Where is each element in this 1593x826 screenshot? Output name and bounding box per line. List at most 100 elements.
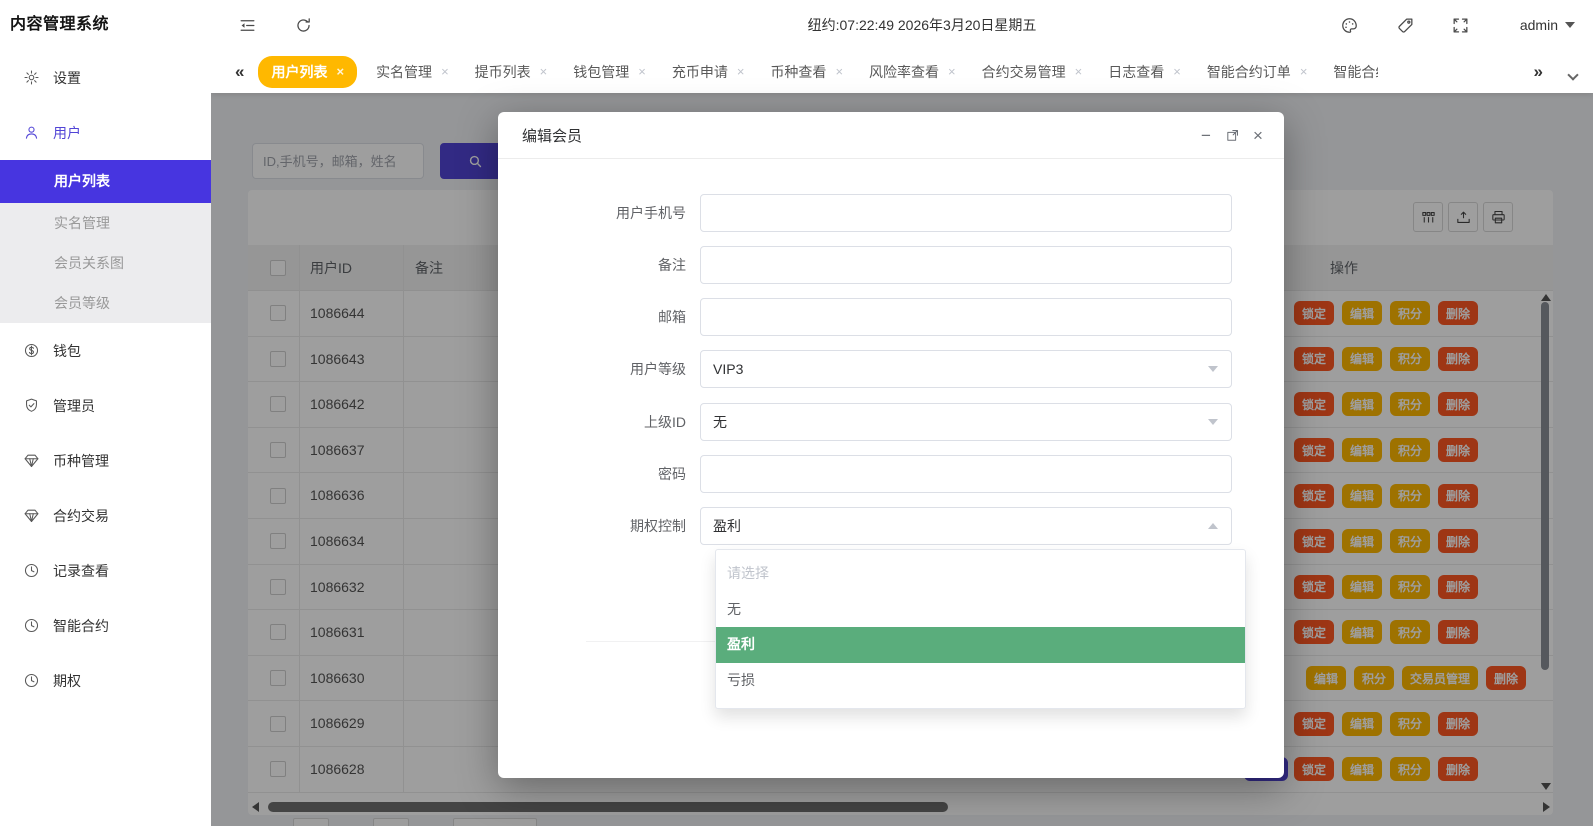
form-row: 用户手机号 (498, 194, 1284, 232)
tab-label: 日志查看 (1108, 63, 1165, 80)
tab-label: 智能合约订单 (1206, 63, 1291, 80)
close-icon[interactable]: × (1246, 112, 1270, 159)
sidebar-item[interactable]: 记录查看 (0, 543, 211, 598)
sidebar: 设置用户用户列表 实名管理 会员关系图 会员等级 钱包管理员币种管理合约交易记录查看智能… (0, 50, 211, 826)
sidebar-subitem[interactable]: 会员关系图 (0, 243, 211, 283)
clock-text: 纽约:07:22:49 2026年3月20日星期五 (807, 17, 1037, 33)
sidebar-menu: 设置用户用户列表 实名管理 会员关系图 会员等级 钱包管理员币种管理合约交易记录查看智能… (0, 50, 211, 708)
tab-close-icon[interactable]: × (336, 65, 344, 78)
tab-item[interactable]: 实名管理 × (363, 50, 462, 93)
sidebar-item[interactable]: 币种管理 (0, 433, 211, 488)
tab-close-icon[interactable]: × (638, 65, 646, 78)
tab-close-icon[interactable]: × (948, 65, 956, 78)
tab-label: 钱包管理 (573, 63, 630, 80)
tabs-scroll-left-icon[interactable]: « (235, 62, 244, 82)
sidebar-item[interactable]: 期权 (0, 653, 211, 708)
dialog-title: 编辑会员 (522, 127, 583, 145)
sidebar-item-label: 用户 (53, 124, 81, 141)
app: 内容管理系统 纽约:07:22:49 2026年3月20日星期五 admin «… (0, 0, 1593, 826)
dollar-circle-icon (22, 342, 40, 360)
tab-list: 用户列表 × 实名管理 × 提币列表 × 钱包管理 × 充币申请 × 币种查看 × 风险率查看 × 合约交易… (258, 50, 1378, 93)
caret-down-icon (1208, 366, 1218, 372)
clock-icon (22, 562, 40, 580)
tab-item[interactable]: 用户列表 × (258, 55, 358, 88)
gem-icon (22, 507, 40, 525)
tab-item[interactable]: 日志查看 × (1095, 50, 1194, 93)
dropdown-option[interactable]: 请选择 (716, 556, 1245, 592)
minimize-icon[interactable]: − (1194, 112, 1218, 159)
select-value: VIP3 (713, 361, 744, 377)
tab-close-icon[interactable]: × (835, 65, 843, 78)
sidebar-subitem[interactable]: 用户列表 (0, 160, 211, 203)
tab-label: 实名管理 (376, 63, 433, 80)
sidebar-item-label: 设置 (53, 69, 81, 86)
sidebar-item-label: 合约交易 (53, 507, 109, 524)
tab-item[interactable]: 合约交易管理 × (969, 50, 1096, 93)
field-select[interactable]: 无 (700, 403, 1232, 441)
tabs-scroll-right-icon[interactable]: » (1534, 62, 1543, 82)
field-label: 用户手机号 (616, 205, 686, 221)
gem-icon (22, 452, 40, 470)
collapse-sidebar-icon[interactable] (235, 13, 259, 37)
tab-close-icon[interactable]: × (441, 65, 449, 78)
fullscreen-icon[interactable] (1448, 13, 1472, 37)
field-input[interactable] (700, 194, 1232, 232)
sidebar-item-label: 管理员 (53, 397, 95, 414)
tab-item[interactable]: 智能合约订单 × (1194, 50, 1321, 93)
tab-item[interactable]: 提币列表 × (462, 50, 561, 93)
tab-close-icon[interactable]: × (540, 65, 548, 78)
dropdown-option[interactable]: 盈利 (716, 627, 1245, 663)
field-input[interactable] (700, 455, 1232, 493)
caret-up-icon (1208, 523, 1218, 529)
tab-close-icon[interactable]: × (1300, 65, 1308, 78)
sidebar-item[interactable]: 合约交易 (0, 488, 211, 543)
tab-item[interactable]: 币种查看 × (757, 50, 856, 93)
shield-check-icon (22, 397, 40, 415)
sidebar-item-label: 期权 (53, 672, 81, 689)
sidebar-item-label: 记录查看 (53, 562, 109, 579)
user-menu[interactable]: admin (1520, 0, 1575, 50)
caret-down-icon (1208, 419, 1218, 425)
form-row: 密码 (498, 455, 1284, 493)
sidebar-item[interactable]: 钱包 (0, 323, 211, 378)
sidebar-item[interactable]: 智能合约 (0, 598, 211, 653)
tab-close-icon[interactable]: × (1075, 65, 1083, 78)
gear-icon (22, 69, 40, 87)
tabs-more-icon[interactable] (1567, 66, 1579, 82)
user-icon (22, 124, 40, 142)
tab-close-icon[interactable]: × (1173, 65, 1181, 78)
tab-label: 币种查看 (770, 63, 827, 80)
sidebar-item-label: 币种管理 (53, 452, 109, 469)
sidebar-subitem[interactable]: 实名管理 (0, 203, 211, 243)
tag-icon[interactable] (1393, 13, 1417, 37)
tabbar: « 用户列表 × 实名管理 × 提币列表 × 钱包管理 × 充币申请 × 币种查看 × 风险率查看 × 合约… (211, 50, 1593, 93)
field-select[interactable]: 盈利 (700, 507, 1232, 545)
tab-label: 合约交易管理 (981, 63, 1066, 80)
select-value: 盈利 (713, 518, 741, 534)
field-input[interactable] (700, 298, 1232, 336)
sidebar-item[interactable]: 管理员 (0, 378, 211, 433)
sidebar-item[interactable]: 用户 (0, 105, 211, 160)
field-label: 密码 (658, 466, 686, 482)
field-input[interactable] (700, 246, 1232, 284)
tab-label: 智能合约 (1333, 63, 1378, 80)
refresh-icon[interactable] (291, 13, 315, 37)
tab-item[interactable]: 充币申请 × (659, 50, 758, 93)
tab-item[interactable]: 风险率查看 × (856, 50, 969, 93)
dropdown-option[interactable]: 无 (716, 592, 1245, 628)
form-row: 用户等级 VIP3 (498, 350, 1284, 388)
user-name: admin (1519, 17, 1558, 33)
maximize-icon[interactable] (1220, 112, 1244, 159)
tab-label: 充币申请 (671, 63, 728, 80)
edit-member-dialog: 编辑会员 − × 用户手机号 备注 邮箱 用户等级 VIP3 上级ID 无密码 期权控制 盈利 … (498, 112, 1284, 778)
dropdown-option[interactable]: 亏损 (716, 663, 1245, 699)
sidebar-item[interactable]: 设置 (0, 50, 211, 105)
tab-item[interactable]: 智能合约× (1320, 50, 1378, 93)
field-select[interactable]: VIP3 (700, 350, 1232, 388)
sidebar-subitem[interactable]: 会员等级 (0, 283, 211, 323)
tab-close-icon[interactable]: × (737, 65, 745, 78)
tab-item[interactable]: 钱包管理 × (560, 50, 659, 93)
theme-palette-icon[interactable] (1337, 13, 1361, 37)
field-label: 期权控制 (630, 518, 686, 534)
sidebar-submenu: 用户列表 实名管理 会员关系图 会员等级 (0, 160, 211, 323)
